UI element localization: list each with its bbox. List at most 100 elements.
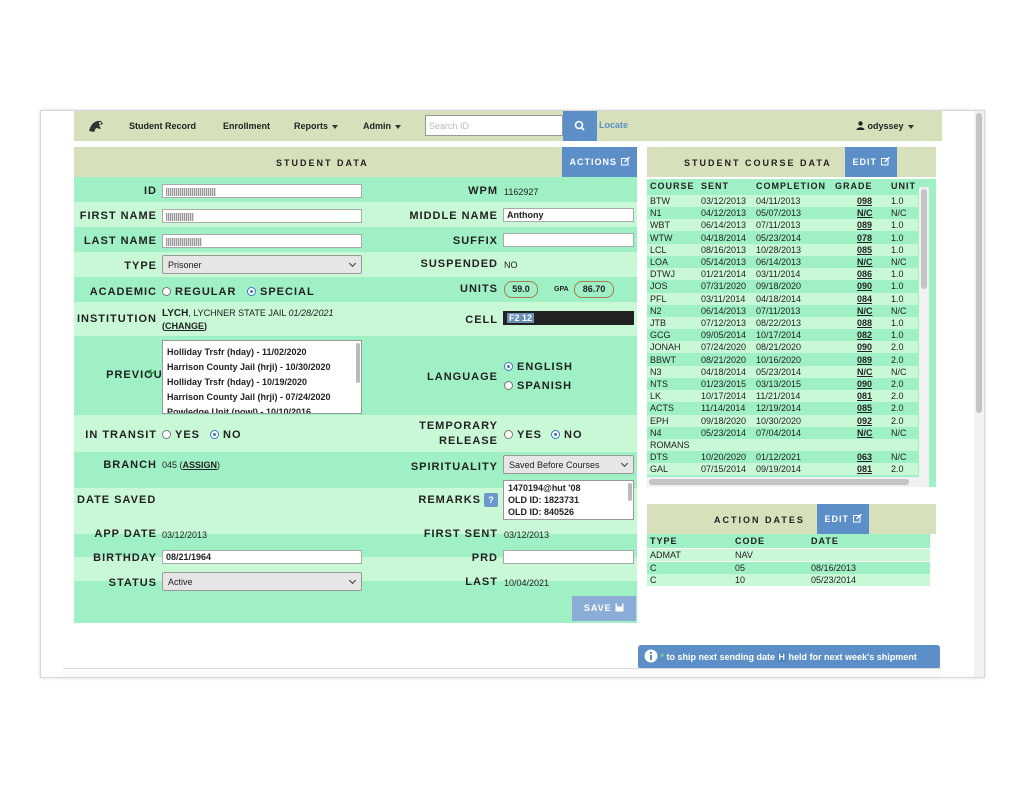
scrollbar-thumb[interactable] [649,479,909,485]
list-item[interactable]: Powledge Unit (powl) - 10/10/2016 [163,405,361,413]
table-row[interactable]: JTB 07/12/2013 08/22/2013 088 1.0 [647,317,918,329]
grade-link[interactable]: 085 [857,245,872,255]
cell-field[interactable]: F2 12 [503,311,634,325]
locate-link[interactable]: Locate [599,120,628,130]
action-edit-button[interactable]: EDIT [817,504,869,534]
middle-name-field[interactable]: Anthony [503,208,634,222]
academic-special-radio[interactable]: SPECIAL [247,286,315,298]
add-previous-icon[interactable]: + [147,365,155,380]
list-item[interactable]: Harrison County Jail (hrji) - 10/30/2020 [163,360,361,375]
nav-reports[interactable]: Reports [294,121,339,131]
grade-link[interactable]: N/C [857,208,873,218]
table-row[interactable]: N2 06/14/2013 07/11/2013 N/C N/C [647,304,918,317]
table-row[interactable]: ADMAT NAV [647,549,930,561]
table-row[interactable]: N3 04/18/2014 05/23/2014 N/C N/C [647,365,918,378]
grade-link[interactable]: 063 [857,452,872,462]
grade-link[interactable]: 090 [857,281,872,291]
table-row[interactable]: JOS 07/31/2020 09/18/2020 090 1.0 [647,280,918,293]
grade-link[interactable]: 092 [857,416,872,426]
course-horizontal-scrollbar[interactable] [647,477,919,487]
birthday-field[interactable]: 08/21/1964 [162,550,362,564]
table-row[interactable]: N1 04/12/2013 05/07/2013 N/C N/C [647,207,918,220]
table-row[interactable]: LK 10/17/2014 11/21/2014 081 2.0 [647,390,918,403]
grade-link[interactable]: N/C [857,367,873,377]
type-select[interactable]: Prisoner [162,255,362,274]
first-name-field[interactable] [162,209,362,223]
scrollbar-thumb[interactable] [921,189,927,289]
table-row[interactable]: DTWJ 01/21/2014 03/11/2014 086 1.0 [647,268,918,281]
language-spanish-radio[interactable]: SPANISH [504,380,572,392]
remarks-textarea[interactable]: 1470194@hut '08 OLD ID: 1823731 OLD ID: … [503,480,634,520]
academic-regular-radio[interactable]: REGULAR [162,286,236,298]
grade-link[interactable]: 082 [857,330,872,340]
list-item[interactable]: Holliday Trsfr (hday) - 11/02/2020 [163,345,361,360]
nav-admin[interactable]: Admin [363,121,401,131]
last-name-field[interactable] [162,234,362,248]
id-field[interactable] [162,184,362,198]
help-icon[interactable]: ? [484,493,498,507]
grade-link[interactable]: 085 [857,403,872,413]
temp-release-no-radio[interactable]: NO [551,429,583,441]
grade-link[interactable]: N/C [857,257,873,267]
table-row[interactable]: GCG 09/05/2014 10/17/2014 082 1.0 [647,329,918,342]
list-item[interactable]: Holliday Trsfr (hday) - 10/19/2020 [163,375,361,390]
language-english-radio[interactable]: ENGLISH [504,361,573,373]
list-item[interactable]: Harrison County Jail (hrji) - 07/24/2020 [163,390,361,405]
nav-student-record[interactable]: Student Record [129,121,196,131]
in-transit-yes-radio[interactable]: YES [162,429,200,441]
prd-field[interactable] [503,550,634,564]
grade-link[interactable]: 081 [857,391,872,401]
grade-link[interactable]: 090 [857,342,872,352]
table-row[interactable]: C 05 08/16/2013 [647,561,930,574]
table-row[interactable]: ACTS 11/14/2014 12/19/2014 085 2.0 [647,402,918,415]
page-scrollbar[interactable] [974,111,984,677]
table-row[interactable]: GAL 07/15/2014 09/19/2014 081 2.0 [647,463,918,476]
status-select[interactable]: Active [162,572,362,591]
grade-link[interactable]: 089 [857,355,872,365]
action-type: C [650,575,657,585]
table-row[interactable]: N4 05/23/2014 07/04/2014 N/C N/C [647,426,918,439]
grade-link[interactable]: 090 [857,379,872,389]
grade-link[interactable]: 084 [857,294,872,304]
course-edit-button[interactable]: EDIT [845,147,897,177]
grade-link[interactable]: 088 [857,318,872,328]
table-row[interactable]: PFL 03/11/2014 04/18/2014 084 1.0 [647,292,918,305]
grade-link[interactable]: 086 [857,269,872,279]
table-row[interactable]: BTW 03/12/2013 04/11/2013 098 1.0 [647,195,918,207]
search-button[interactable] [563,111,597,141]
logo-icon[interactable] [86,117,106,135]
grade-link[interactable]: 078 [857,233,872,243]
spirituality-select[interactable]: Saved Before Courses [503,455,634,474]
course-vertical-scrollbar[interactable] [919,187,929,487]
suffix-field[interactable] [503,233,634,247]
table-row[interactable]: DTS 10/20/2020 01/12/2021 063 N/C [647,451,918,464]
grade-link[interactable]: 089 [857,220,872,230]
table-row[interactable]: LOA 05/14/2013 06/14/2013 N/C N/C [647,256,918,268]
assign-link[interactable]: ASSIGN [183,460,218,470]
user-menu[interactable]: odyssey [856,121,914,131]
table-row[interactable]: JONAH 07/24/2020 08/21/2020 090 2.0 [647,341,918,354]
previous-list[interactable]: Holliday Trsfr (hday) - 11/02/2020 Harri… [162,340,362,414]
grade-link[interactable]: 098 [857,196,872,206]
table-row[interactable]: WTW 04/18/2014 05/23/2014 078 1.0 [647,231,918,244]
textarea-scrollbar[interactable] [628,483,632,501]
grade-link[interactable]: N/C [857,306,873,316]
scrollbar-thumb[interactable] [976,113,982,413]
temp-release-yes-radio[interactable]: YES [504,429,542,441]
nav-enrollment[interactable]: Enrollment [223,121,270,131]
table-row[interactable]: ROMANS [647,439,918,451]
grade-link[interactable]: N/C [857,428,873,438]
table-row[interactable]: C 10 05/23/2014 [647,574,930,586]
change-link[interactable]: CHANGE [165,321,204,331]
save-button[interactable]: SAVE [572,596,636,621]
actions-button[interactable]: ACTIONS [562,147,637,177]
search-input[interactable] [425,115,563,136]
table-row[interactable]: LCL 08/16/2013 10/28/2013 085 1.0 [647,243,918,256]
table-row[interactable]: BBWT 08/21/2020 10/16/2020 089 2.0 [647,353,918,366]
table-row[interactable]: NTS 01/23/2015 03/13/2015 090 2.0 [647,378,918,390]
grade-link[interactable]: 081 [857,464,872,474]
in-transit-no-radio[interactable]: NO [210,429,242,441]
table-row[interactable]: WBT 06/14/2013 07/11/2013 089 1.0 [647,219,918,232]
list-scrollbar[interactable] [356,343,360,383]
table-row[interactable]: EPH 09/18/2020 10/30/2020 092 2.0 [647,414,918,427]
